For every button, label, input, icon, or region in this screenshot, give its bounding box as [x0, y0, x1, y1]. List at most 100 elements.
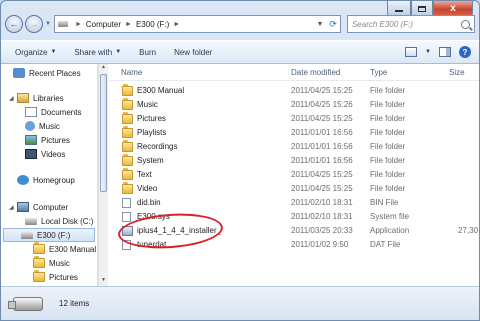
file-row[interactable]: System 2011/01/01 16:56 File folder	[109, 154, 479, 167]
file-row[interactable]: Playlists 2011/01/01 16:56 File folder	[109, 126, 479, 139]
file-name: System	[137, 156, 164, 165]
column-header-type[interactable]: Type	[370, 68, 387, 77]
sidebar-item-label: Computer	[33, 202, 69, 212]
sidebar-item-documents[interactable]: Documents	[25, 105, 81, 119]
breadcrumb-computer[interactable]: Computer	[86, 20, 121, 29]
chevron-down-icon: ▼	[115, 49, 122, 55]
chevron-right-icon[interactable]: ►	[125, 21, 132, 28]
file-row[interactable]: Text 2011/04/25 15:25 File folder	[109, 168, 479, 181]
column-headers: Name Date modified Type Size	[109, 64, 479, 81]
sidebar-item-pictures[interactable]: Pictures	[25, 133, 70, 147]
videos-icon	[25, 149, 37, 159]
breadcrumb-e300[interactable]: E300 (F:)	[136, 20, 169, 29]
forward-arrow-icon: →	[29, 19, 39, 29]
sidebar-item-label: Local Disk (C:)	[41, 216, 94, 226]
folder-icon	[122, 84, 133, 96]
documents-icon	[25, 107, 37, 117]
folder-icon	[122, 98, 133, 110]
file-row[interactable]: did.bin 2011/02/10 18:31 BIN File	[109, 196, 479, 209]
help-icon[interactable]: ?	[459, 46, 471, 58]
navigation-pane: Recent Places ◢ Libraries Documents Musi…	[1, 64, 98, 286]
back-button[interactable]: ←	[5, 15, 23, 33]
expand-arrow-icon[interactable]: ◢	[9, 95, 17, 102]
navigation-scrollbar[interactable]: ▲ ▼	[98, 64, 108, 286]
sidebar-item-label: Recent Places	[29, 68, 81, 78]
file-type: File folder	[370, 184, 406, 193]
sidebar-item-label: Videos	[41, 149, 66, 159]
folder-icon	[122, 126, 133, 138]
file-type: File folder	[370, 128, 406, 137]
expand-arrow-icon[interactable]: ◢	[9, 204, 17, 211]
sidebar-item-music-folder[interactable]: Music	[33, 256, 70, 270]
recent-pages-dropdown[interactable]: ▼	[45, 21, 51, 27]
file-date: 2011/04/25 15:25	[291, 170, 353, 179]
sidebar-item-e300[interactable]: E300 (F:)	[3, 228, 95, 242]
address-dropdown-icon[interactable]: ▼	[316, 21, 323, 28]
folder-icon	[122, 168, 133, 180]
maximize-icon	[418, 5, 426, 12]
sidebar-item-recent-places[interactable]: Recent Places	[13, 66, 81, 80]
sidebar-item-homegroup[interactable]: Homegroup	[17, 173, 75, 187]
change-view-icon[interactable]	[405, 47, 418, 57]
file-row[interactable]: E300 Manual 2011/04/25 15:25 File folder	[109, 84, 479, 97]
file-date: 2011/01/01 16:56	[291, 142, 353, 151]
drive-icon	[57, 21, 68, 27]
file-row[interactable]: Recordings 2011/01/01 16:56 File folder	[109, 140, 479, 153]
burn-button[interactable]: Burn	[139, 48, 156, 57]
pictures-icon	[25, 135, 37, 145]
chevron-right-icon[interactable]: ►	[75, 21, 82, 28]
folder-icon	[122, 112, 133, 124]
sidebar-item-music[interactable]: Music	[25, 119, 60, 133]
file-date: 2011/04/25 15:26	[291, 100, 353, 109]
file-row[interactable]: Music 2011/04/25 15:26 File folder	[109, 98, 479, 111]
usb-drive-icon	[8, 296, 43, 311]
file-date: 2011/04/25 15:25	[291, 184, 353, 193]
item-count: 12 items	[59, 299, 90, 308]
file-list: Name Date modified Type Size E300 Manual…	[109, 64, 479, 286]
libraries-icon	[17, 93, 29, 103]
file-type: File folder	[370, 114, 406, 123]
status-bar: 12 items	[1, 286, 479, 320]
computer-icon	[17, 202, 29, 212]
sidebar-item-e300-manual[interactable]: E300 Manual	[33, 242, 96, 256]
new-folder-button[interactable]: New folder	[174, 48, 212, 57]
scroll-up-icon[interactable]: ▲	[99, 64, 108, 73]
sidebar-item-libraries[interactable]: ◢ Libraries	[9, 91, 64, 105]
sidebar-item-pictures-folder[interactable]: Pictures	[33, 270, 78, 284]
file-icon	[122, 212, 131, 222]
refresh-icon[interactable]: ⟳	[329, 19, 337, 30]
address-bar[interactable]: ► Computer ► E300 (F:) ► ▼ ⟳	[53, 15, 341, 33]
command-bar: Organize ▼ Share with ▼ Burn New folder ▼ …	[1, 40, 479, 64]
search-icon[interactable]	[461, 19, 470, 29]
file-date: 2011/04/25 15:25	[291, 86, 353, 95]
file-icon	[122, 198, 131, 208]
back-arrow-icon: ←	[9, 19, 19, 29]
forward-button[interactable]: →	[25, 15, 43, 33]
search-input[interactable]: Search E300 (F:)	[346, 15, 475, 33]
burn-label: Burn	[139, 47, 157, 57]
chevron-right-icon[interactable]: ►	[173, 21, 180, 28]
file-name: Text	[137, 170, 152, 179]
file-row[interactable]: Pictures 2011/04/25 15:25 File folder	[109, 112, 479, 125]
file-name: Video	[137, 184, 158, 193]
column-header-size[interactable]: Size	[449, 68, 465, 77]
share-with-button[interactable]: Share with ▼	[74, 48, 121, 57]
preview-pane-icon[interactable]	[439, 47, 451, 57]
file-date: 2011/01/01 16:56	[291, 128, 353, 137]
chevron-down-icon[interactable]: ▼	[425, 49, 431, 55]
column-header-name[interactable]: Name	[121, 68, 142, 77]
sidebar-item-computer[interactable]: ◢ Computer	[9, 200, 68, 214]
folder-icon	[33, 256, 45, 268]
music-icon	[25, 121, 35, 131]
sidebar-item-label: Pictures	[41, 135, 70, 145]
explorer-window: x ← → ▼ ► Computer ► E300 (F:) ► ▼ ⟳ Sea…	[0, 0, 480, 321]
sidebar-item-videos[interactable]: Videos	[25, 147, 65, 161]
scrollbar-thumb[interactable]	[100, 74, 107, 192]
file-date: 2011/01/02 9:50	[291, 240, 349, 249]
scroll-down-icon[interactable]: ▼	[99, 277, 108, 286]
file-row[interactable]: Video 2011/04/25 15:25 File folder	[109, 182, 479, 195]
organize-button[interactable]: Organize ▼	[15, 48, 56, 57]
file-type: DAT File	[370, 240, 401, 249]
sidebar-item-local-disk[interactable]: Local Disk (C:)	[25, 214, 93, 228]
column-header-date[interactable]: Date modified	[291, 68, 340, 77]
